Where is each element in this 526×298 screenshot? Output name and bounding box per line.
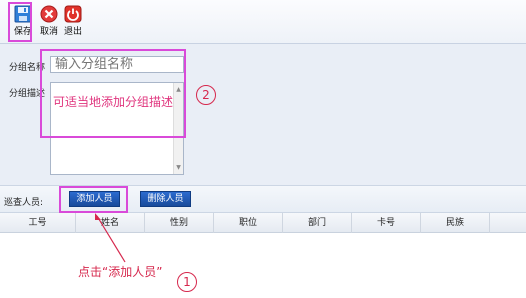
callout-text: 点击“添加人员” bbox=[78, 265, 163, 279]
step-marker-1: 1 bbox=[177, 272, 197, 292]
annotation-arrow bbox=[95, 213, 126, 263]
